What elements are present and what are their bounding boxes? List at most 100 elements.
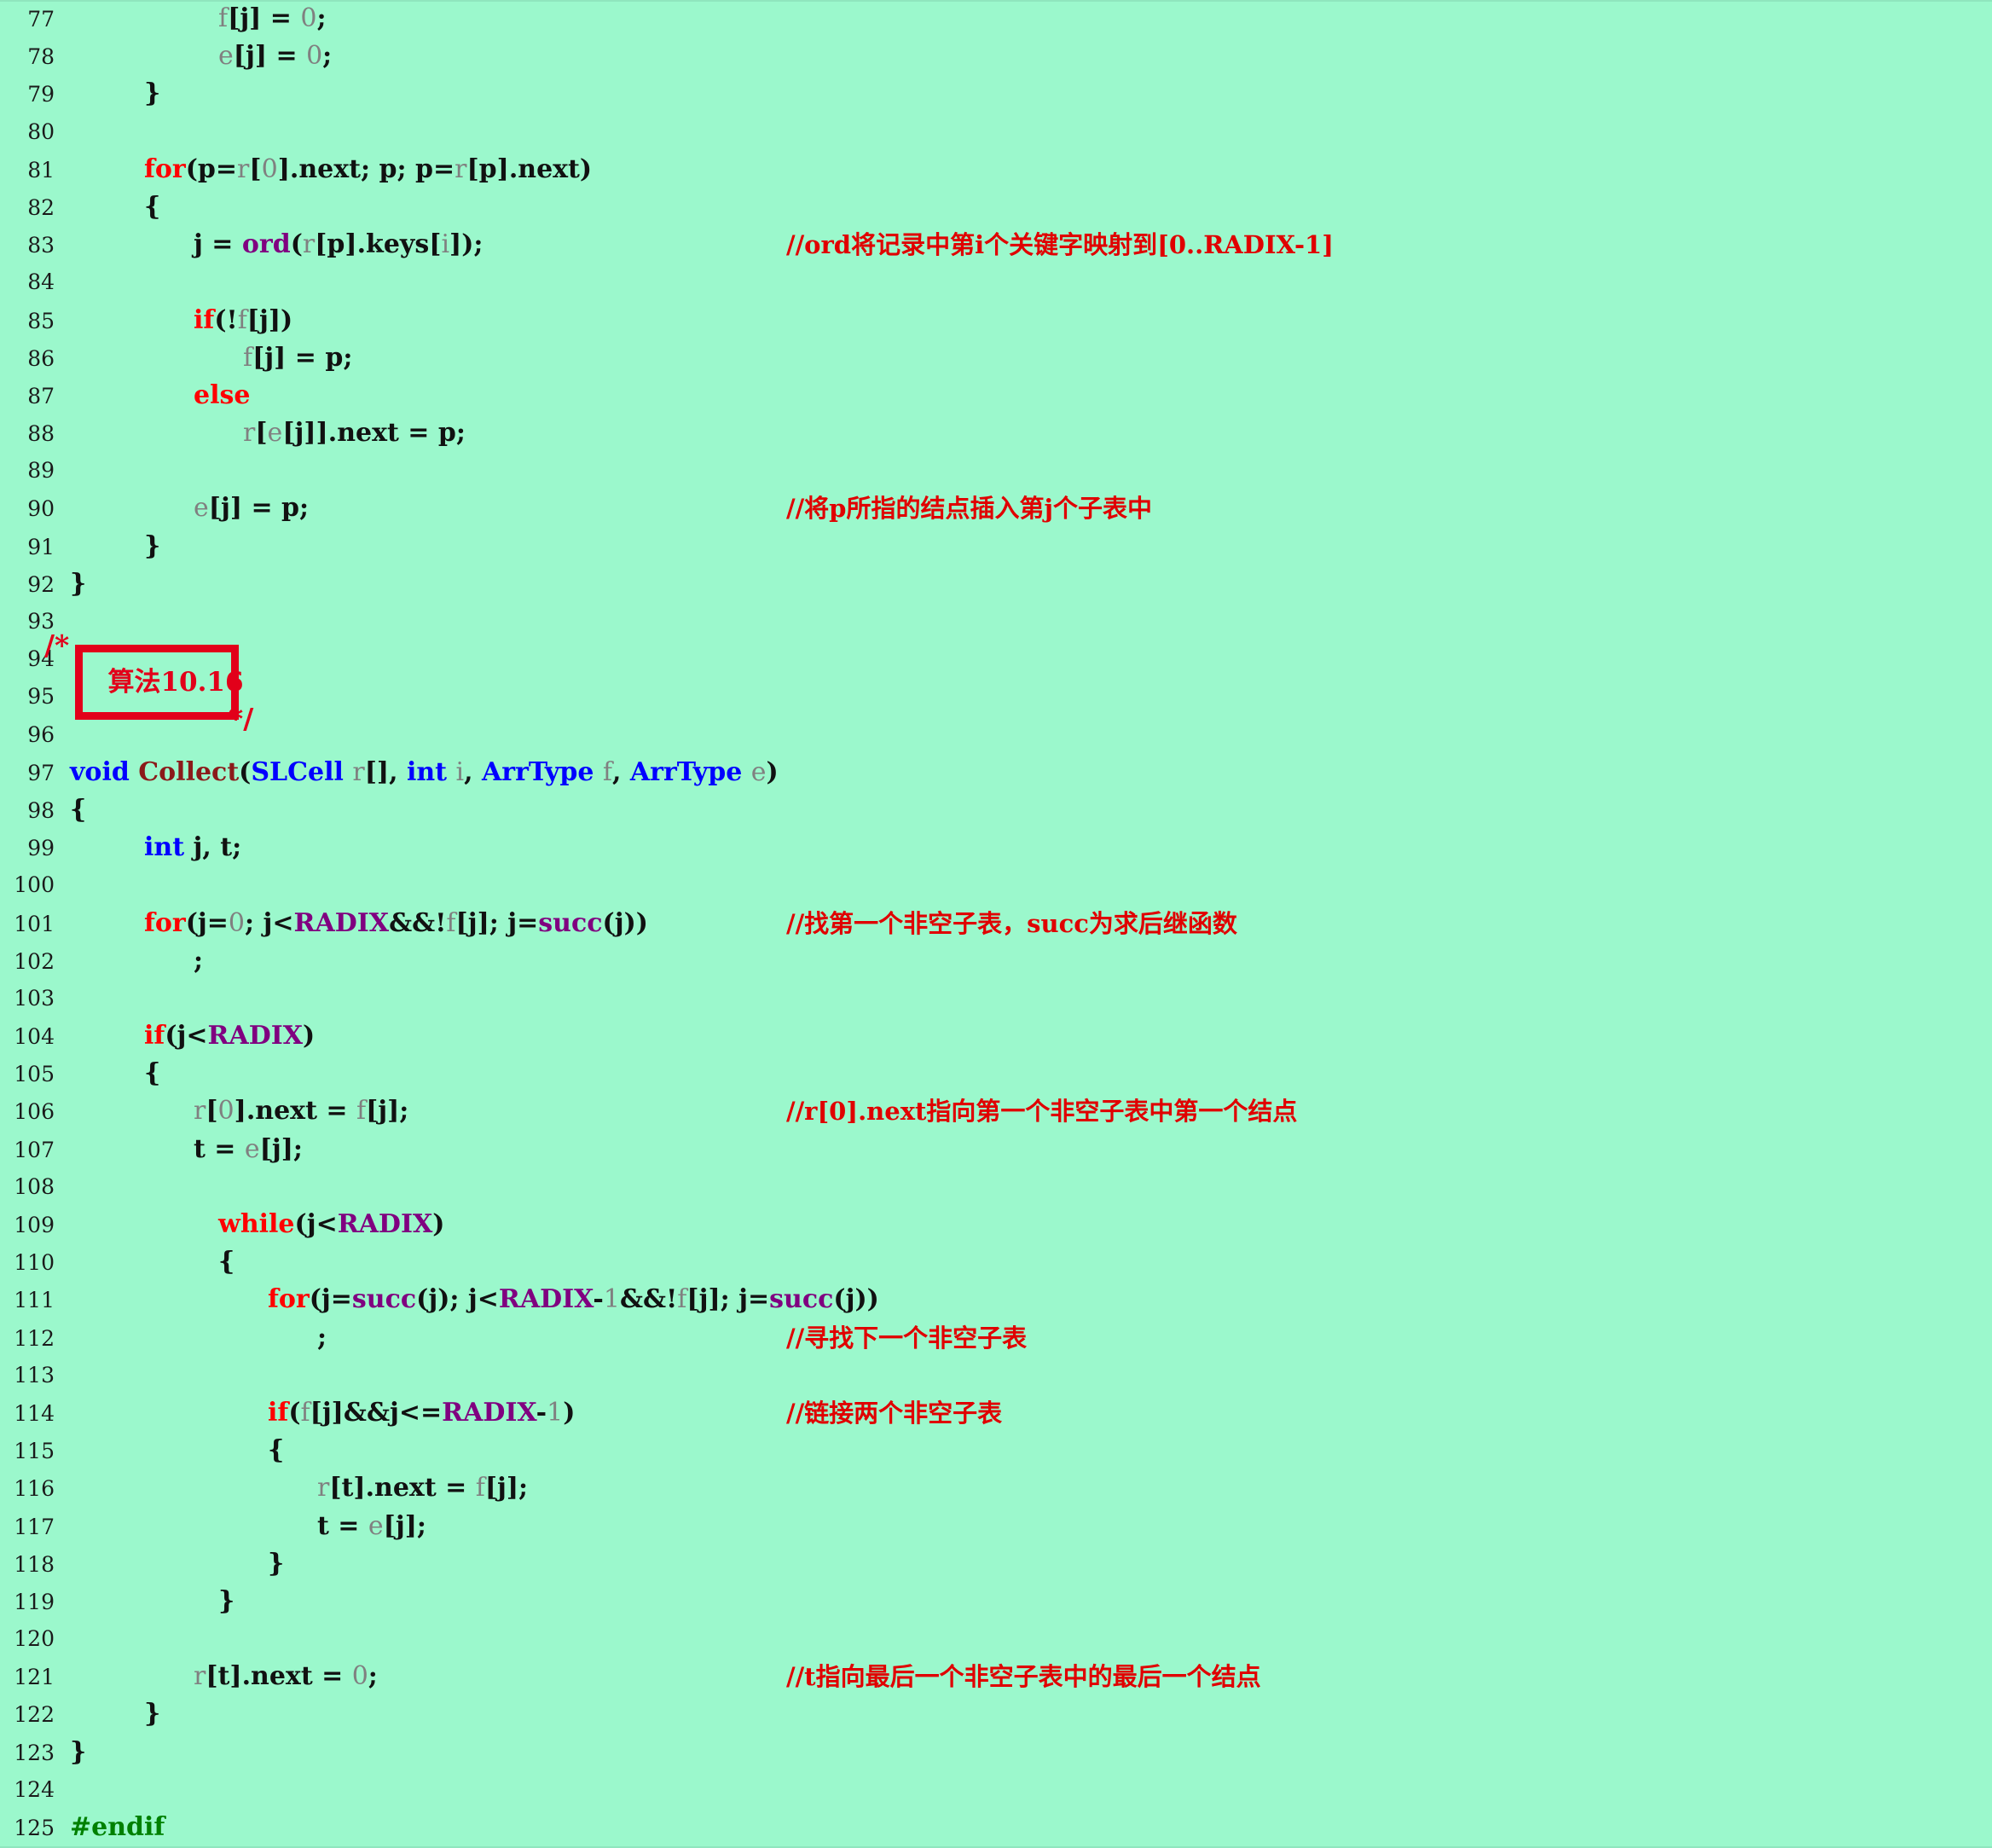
code-line[interactable]: 110 { xyxy=(0,1243,1992,1281)
code-text[interactable]: { xyxy=(70,791,1992,829)
code-line[interactable]: 107 t = e[j]; xyxy=(0,1131,1992,1168)
code-listing[interactable]: 77 f[j] = 0; 78 e[j] = 0; 79} 80 81 for(p=r[0].… xyxy=(0,0,1992,1848)
line-number: 116 xyxy=(14,1476,55,1502)
code-line[interactable]: 77 f[j] = 0; xyxy=(0,0,1992,38)
code-text[interactable]: while(j<RADIX) xyxy=(70,1206,1992,1243)
code-text[interactable]: for(j=succ(j); j<RADIX-1&&!f[j]; j=succ(… xyxy=(70,1281,1992,1318)
code-line[interactable]: 94 xyxy=(0,640,1992,678)
code-text[interactable]: { xyxy=(70,1432,1992,1469)
line-number: 85 xyxy=(27,308,55,333)
code-text[interactable]: e[j] = p; //将p所指的结点插入第j个子表中 xyxy=(70,490,1992,527)
token-plain: [ xyxy=(206,1096,218,1127)
code-text[interactable]: else xyxy=(70,377,1992,414)
code-line[interactable]: 101 for(j=0; j<RADIX&&!f[j]; j=succ(j)) //… xyxy=(0,905,1992,942)
code-text[interactable]: } xyxy=(70,565,1992,603)
code-line[interactable]: 82 { xyxy=(0,188,1992,226)
code-line[interactable]: 122} xyxy=(0,1695,1992,1733)
code-text[interactable]: r[e[j]].next = p; xyxy=(70,414,1992,452)
code-line[interactable]: 111 for(j=succ(j); j<RADIX-1&&!f[j]; j=su… xyxy=(0,1281,1992,1318)
token-num: 0 xyxy=(300,3,317,33)
code-line[interactable]: 86 f[j] = p; xyxy=(0,339,1992,377)
code-line[interactable]: 84 xyxy=(0,264,1992,301)
code-line[interactable]: 93 xyxy=(0,603,1992,640)
code-line[interactable]: 116 r[t].next = f[j]; xyxy=(0,1469,1992,1507)
code-viewer: 77 f[j] = 0; 78 e[j] = 0; 79} 80 81 for(p=r[0].… xyxy=(0,0,1992,1848)
token-plain: [j]) xyxy=(246,304,293,335)
token-plain: } xyxy=(70,1736,87,1767)
code-line[interactable]: 121 r[t].next = 0; //t指向最后一个非空子表中的最后一个结点 xyxy=(0,1658,1992,1695)
token-plain: ; xyxy=(368,1661,378,1692)
code-text[interactable]: #endif xyxy=(70,1809,1992,1846)
code-text[interactable]: } xyxy=(70,1695,1992,1733)
code-line[interactable]: 79} xyxy=(0,75,1992,113)
code-line[interactable]: 112 ; //寻找下一个非空子表 xyxy=(0,1319,1992,1357)
code-text[interactable]: { xyxy=(70,1243,1992,1281)
code-text[interactable]: { xyxy=(70,188,1992,226)
code-line[interactable]: 106 r[0].next = f[j]; //r[0].next指向第一个非空子表… xyxy=(0,1092,1992,1130)
code-text[interactable]: } xyxy=(70,75,1992,113)
code-text[interactable]: void Collect(SLCell r[], int i, ArrType … xyxy=(70,754,1992,791)
code-text[interactable]: ; //寻找下一个非空子表 xyxy=(70,1319,1992,1357)
code-line[interactable]: 109 while(j<RADIX) xyxy=(0,1206,1992,1243)
code-text[interactable]: r[0].next = f[j]; //r[0].next指向第一个非空子表中第一… xyxy=(70,1092,1992,1130)
code-line[interactable]: 81 for(p=r[0].next; p; p=r[p].next) xyxy=(0,151,1992,188)
code-text[interactable]: if(!f[j]) xyxy=(70,302,1992,339)
code-text[interactable]: } xyxy=(70,528,1992,565)
code-line[interactable]: 97 void Collect(SLCell r[], int i, ArrTyp… xyxy=(0,754,1992,791)
code-text[interactable]: ; xyxy=(70,942,1992,980)
code-line[interactable]: 98 { xyxy=(0,791,1992,829)
line-number: 124 xyxy=(14,1776,55,1802)
code-line[interactable]: 103 xyxy=(0,980,1992,1017)
code-line[interactable]: 118} xyxy=(0,1545,1992,1583)
token-var: f xyxy=(237,304,247,335)
code-line[interactable]: 80 xyxy=(0,113,1992,151)
code-text[interactable]: for(j=0; j<RADIX&&!f[j]; j=succ(j)) //找第一… xyxy=(70,905,1992,942)
code-line[interactable]: 119} xyxy=(0,1583,1992,1620)
code-line[interactable]: 104 if(j<RADIX) xyxy=(0,1017,1992,1055)
code-line[interactable]: 120 xyxy=(0,1620,1992,1658)
code-text[interactable]: j = ord(r[p].keys[i]); //ord将记录中第i个关键字映射到… xyxy=(70,226,1992,264)
code-text[interactable]: f[j] = 0; xyxy=(70,0,1992,38)
code-text[interactable]: } xyxy=(70,1734,1992,1771)
code-line[interactable]: 89 xyxy=(0,452,1992,490)
code-text[interactable]: { xyxy=(70,1055,1992,1092)
code-line[interactable]: 95 xyxy=(0,678,1992,715)
code-line[interactable]: 100 xyxy=(0,866,1992,904)
code-line[interactable]: 85 if(!f[j]) xyxy=(0,302,1992,339)
code-line[interactable]: 117 t = e[j]; xyxy=(0,1508,1992,1545)
code-text[interactable]: if(j<RADIX) xyxy=(70,1017,1992,1055)
code-text[interactable]: } xyxy=(70,1583,1992,1620)
token-num: 0 xyxy=(351,1661,368,1692)
code-text[interactable]: e[j] = 0; xyxy=(70,38,1992,75)
code-line[interactable]: 123} xyxy=(0,1734,1992,1771)
code-line[interactable]: 92} xyxy=(0,565,1992,603)
code-line[interactable]: 115 { xyxy=(0,1432,1992,1469)
code-line[interactable]: 90 e[j] = p; //将p所指的结点插入第j个子表中 xyxy=(0,490,1992,527)
code-line[interactable]: 96 xyxy=(0,716,1992,754)
code-text[interactable]: t = e[j]; xyxy=(70,1131,1992,1168)
code-line[interactable]: 91} xyxy=(0,528,1992,565)
code-line[interactable]: 125 #endif xyxy=(0,1809,1992,1846)
code-line[interactable]: 108 xyxy=(0,1168,1992,1206)
code-line[interactable]: 114 if(f[j]&&j<=RADIX-1) //链接两个非空子表 xyxy=(0,1394,1992,1432)
code-line[interactable]: 88 r[e[j]].next = p; xyxy=(0,414,1992,452)
code-line[interactable]: 87 else xyxy=(0,377,1992,414)
line-number: 112 xyxy=(14,1325,55,1351)
code-line[interactable]: 78 e[j] = 0; xyxy=(0,38,1992,75)
code-text[interactable]: } xyxy=(70,1545,1992,1583)
token-plain: [j]&&j<= xyxy=(310,1397,443,1428)
code-line[interactable]: 124 xyxy=(0,1771,1992,1809)
code-line[interactable]: 99 int j, t; xyxy=(0,829,1992,866)
code-text[interactable]: for(p=r[0].next; p; p=r[p].next) xyxy=(70,151,1992,188)
code-text[interactable]: f[j] = p; xyxy=(70,339,1992,377)
code-text[interactable]: r[t].next = f[j]; xyxy=(70,1469,1992,1507)
code-line[interactable]: 83 j = ord(r[p].keys[i]); //ord将记录中第i个关键字映… xyxy=(0,226,1992,264)
token-plain: j = xyxy=(194,229,242,260)
code-line[interactable]: 105 { xyxy=(0,1055,1992,1092)
code-text[interactable]: if(f[j]&&j<=RADIX-1) //链接两个非空子表 xyxy=(70,1394,1992,1432)
code-text[interactable]: int j, t; xyxy=(70,829,1992,866)
code-line[interactable]: 113 xyxy=(0,1357,1992,1394)
code-text[interactable]: t = e[j]; xyxy=(70,1508,1992,1545)
code-text[interactable]: r[t].next = 0; //t指向最后一个非空子表中的最后一个结点 xyxy=(70,1658,1992,1695)
code-line[interactable]: 102; xyxy=(0,942,1992,980)
